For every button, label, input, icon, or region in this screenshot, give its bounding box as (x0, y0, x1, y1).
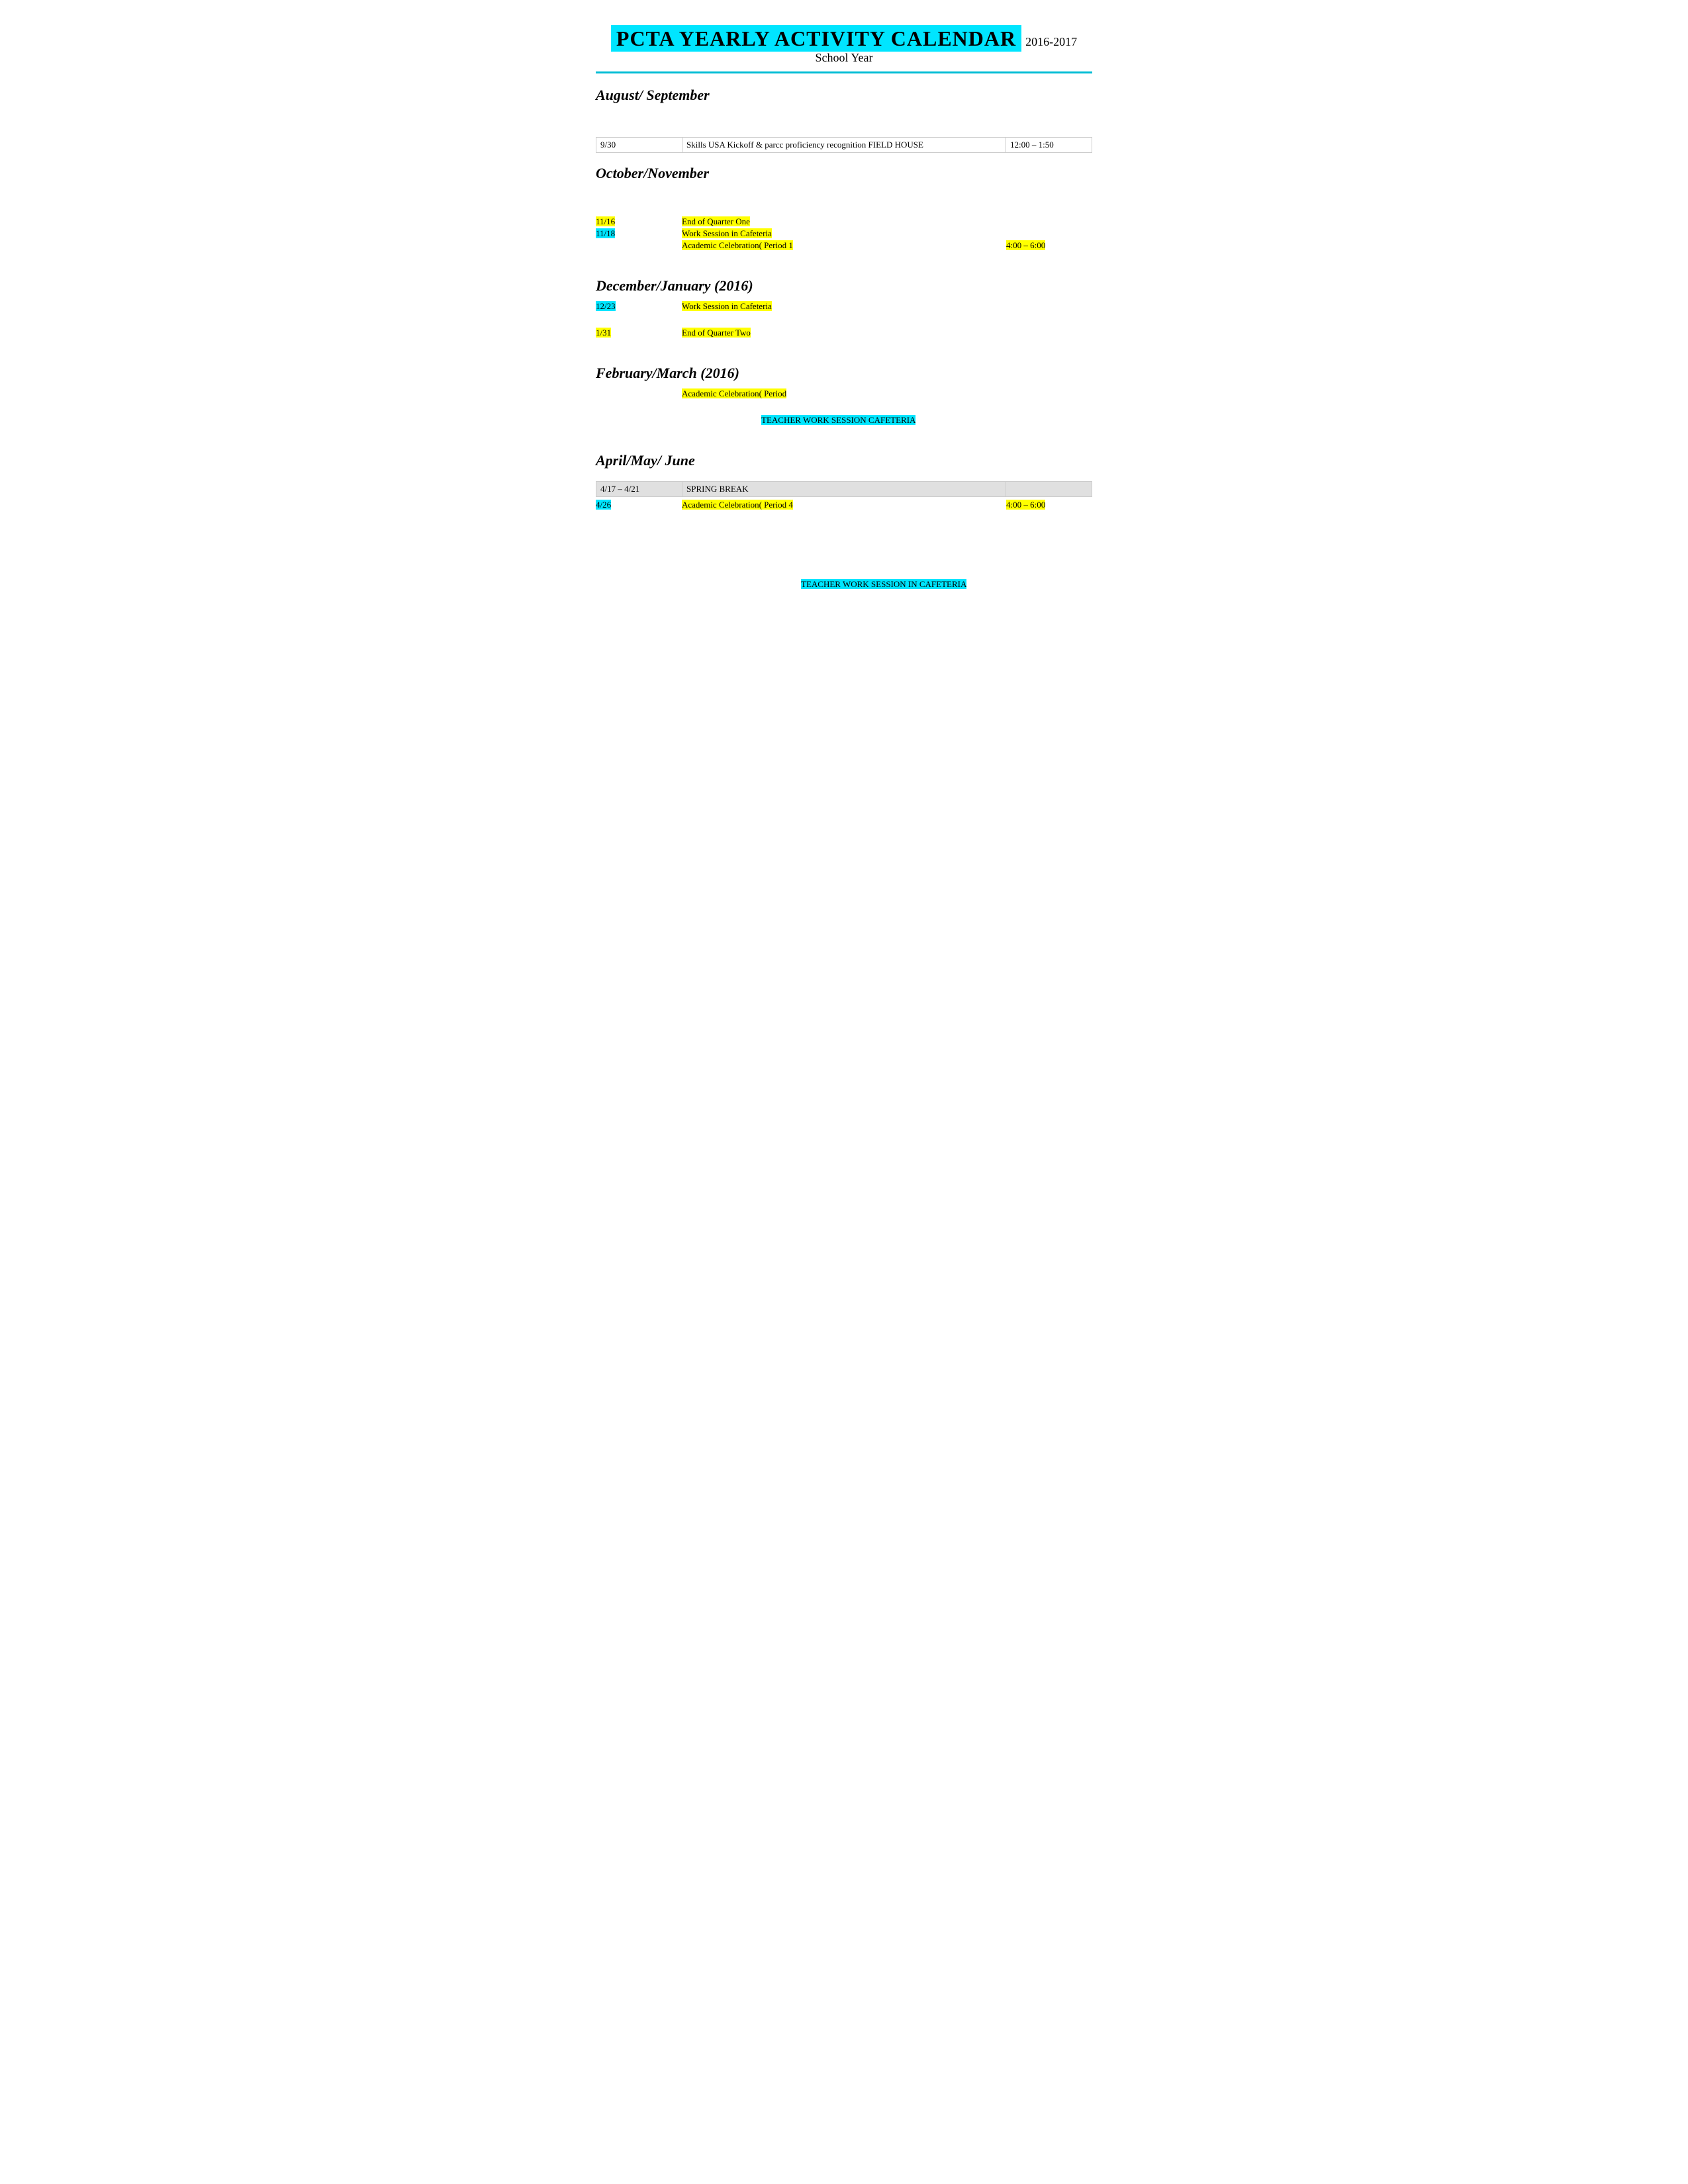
desc-highlight-1116: End of Quarter One (682, 216, 750, 226)
date-highlight-1116: 11/16 (596, 216, 615, 226)
desc-highlight-twsfeb: TEACHER WORK SESSION CAFETERIA (761, 415, 915, 425)
event-row-acad1: Academic Celebration( Period 1 4:00 – 6:… (596, 240, 1092, 251)
desc-highlight-1118: Work Session in Cafeteria (682, 228, 772, 238)
desc-1116: End of Quarter One (682, 216, 1006, 227)
time-cell: 12:00 – 1:50 (1006, 138, 1092, 153)
section-aug-sep: August/ September (596, 87, 1092, 104)
date-1116: 11/16 (596, 216, 682, 227)
event-row-1118: 11/18 Work Session in Cafeteria (596, 228, 1092, 239)
desc-1118: Work Session in Cafeteria (682, 228, 1006, 239)
time-426: 4:00 – 6:00 (1006, 500, 1092, 510)
desc-highlight-426: Academic Celebration( Period 4 (682, 500, 793, 510)
section-oct-nov: October/November (596, 165, 1092, 182)
date-131: 1/31 (596, 328, 682, 338)
date-highlight-426: 4/26 (596, 500, 611, 510)
date-1223: 12/23 (596, 301, 682, 312)
time-highlight-acad1: 4:00 – 6:00 (1006, 240, 1045, 250)
spacer-apr3 (596, 525, 1092, 538)
desc-1223: Work Session in Cafeteria (682, 301, 1006, 312)
event-row-acadfeb: Academic Celebration( Period (596, 388, 1092, 399)
spring-break-table: 4/17 – 4/21 SPRING BREAK (596, 481, 1092, 497)
desc-highlight-acad1: Academic Celebration( Period 1 (682, 240, 793, 250)
aug-sep-spacer (596, 111, 1092, 124)
time-highlight-426: 4:00 – 6:00 (1006, 500, 1045, 510)
event-row-twsfeb: TEACHER WORK SESSION CAFETERIA (596, 415, 1092, 426)
date-highlight-1118: 11/18 (596, 228, 615, 238)
spacer-jan (596, 340, 1092, 353)
spacer-apr6 (596, 565, 1092, 578)
spacer-apr5 (596, 551, 1092, 565)
page-title-container: PCTA YEARLY ACTIVITY CALENDAR2016-2017 S… (596, 26, 1092, 65)
date-426: 4/26 (596, 500, 682, 510)
event-row-1223: 12/23 Work Session in Cafeteria (596, 301, 1092, 312)
oct-spacer (596, 189, 1092, 202)
event-row-426: 4/26 Academic Celebration( Period 4 4:00… (596, 500, 1092, 510)
title-divider (596, 71, 1092, 73)
sep-event-table: 9/30 Skills USA Kickoff & parcc proficie… (596, 137, 1092, 153)
spacer-apr (596, 476, 1092, 481)
date-spring: 4/17 – 4/21 (596, 482, 682, 497)
desc-tws-bottom: TEACHER WORK SESSION IN CAFETERIA (682, 579, 1006, 590)
spacer-feb (596, 400, 1092, 414)
page-title-highlight: PCTA YEARLY ACTIVITY CALENDAR (611, 25, 1021, 52)
desc-cell: Skills USA Kickoff & parcc proficiency r… (682, 138, 1006, 153)
section-dec-jan: December/January (2016) (596, 277, 1092, 295)
time-spring (1006, 482, 1092, 497)
desc-highlight-acadfeb: Academic Celebration( Period (682, 388, 786, 398)
desc-426: Academic Celebration( Period 4 (682, 500, 1006, 510)
date-highlight-131: 1/31 (596, 328, 611, 338)
aug-sep-spacer2 (596, 124, 1092, 137)
desc-acadfeb: Academic Celebration( Period (682, 388, 1006, 399)
desc-highlight-tws-bottom: TEACHER WORK SESSION IN CAFETERIA (801, 579, 966, 589)
date-cell: 9/30 (596, 138, 682, 153)
oct-spacer2 (596, 202, 1092, 215)
spacer-apr2 (596, 512, 1092, 525)
date-highlight-1223: 12/23 (596, 301, 616, 311)
table-row-spring: 4/17 – 4/21 SPRING BREAK (596, 482, 1092, 497)
section-feb-mar: February/March (2016) (596, 365, 1092, 382)
date-1118: 11/18 (596, 228, 682, 239)
desc-131: End of Quarter Two (682, 328, 1006, 338)
spacer-feb2 (596, 427, 1092, 440)
table-row: 9/30 Skills USA Kickoff & parcc proficie… (596, 138, 1092, 153)
spacer-dec (596, 313, 1092, 326)
section-apr-jun: April/May/ June (596, 452, 1092, 469)
desc-highlight-1223: Work Session in Cafeteria (682, 301, 772, 311)
desc-twsfeb: TEACHER WORK SESSION CAFETERIA (682, 415, 1006, 426)
event-row-tws-bottom: TEACHER WORK SESSION IN CAFETERIA (596, 579, 1092, 590)
event-row-131: 1/31 End of Quarter Two (596, 328, 1092, 338)
desc-spring: SPRING BREAK (682, 482, 1006, 497)
desc-acad1: Academic Celebration( Period 1 (682, 240, 1006, 251)
spacer-after-oct (596, 252, 1092, 265)
desc-highlight-131: End of Quarter Two (682, 328, 751, 338)
time-acad1: 4:00 – 6:00 (1006, 240, 1092, 251)
spacer-apr4 (596, 538, 1092, 551)
event-row-1116: 11/16 End of Quarter One (596, 216, 1092, 227)
